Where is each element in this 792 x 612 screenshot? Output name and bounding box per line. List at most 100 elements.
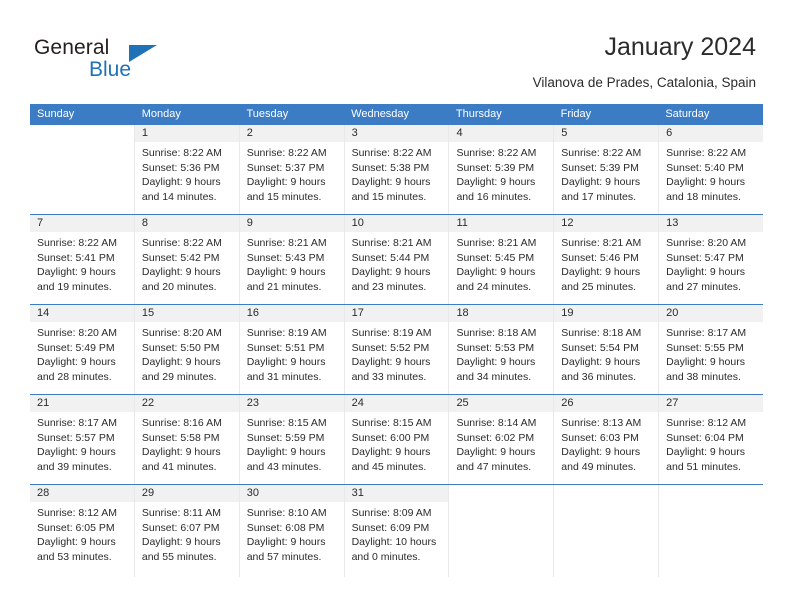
weekday-header-wednesday: Wednesday: [351, 108, 410, 120]
daylight-text-line1: Daylight: 9 hours: [561, 176, 641, 189]
day-details: Sunrise: 8:18 AM Sunset: 5:53 PM Daylight:…: [449, 322, 553, 384]
day-cell-29[interactable]: 29 Sunrise: 8:11 AM Sunset: 6:07 PM Dayligh…: [134, 485, 240, 577]
day-number-band: 19: [554, 305, 659, 322]
daylight-text-line2: and 27 minutes.: [666, 280, 741, 293]
sunrise-text: Sunrise: 8:22 AM: [246, 147, 327, 159]
day-cell-20[interactable]: 20 Sunrise: 8:17 AM Sunset: 5:55 PM Dayligh…: [659, 305, 764, 394]
day-number-band: 25: [449, 395, 554, 412]
sunrise-text: Sunrise: 8:20 AM: [666, 237, 747, 249]
sunrise-text: Sunrise: 8:22 AM: [141, 237, 222, 249]
sunset-text: Sunset: 6:02 PM: [456, 431, 535, 444]
day-cell-9[interactable]: 9 Sunrise: 8:21 AM Sunset: 5:43 PM Daylight…: [239, 215, 345, 304]
daylight-text-line1: Daylight: 9 hours: [561, 356, 641, 369]
day-number-band: 14: [30, 305, 134, 322]
day-cell-18[interactable]: 18 Sunrise: 8:18 AM Sunset: 5:53 PM Dayligh…: [449, 305, 555, 394]
day-details: Sunrise: 8:22 AM Sunset: 5:39 PM Daylight:…: [554, 142, 658, 204]
daylight-text-line1: Daylight: 9 hours: [246, 266, 326, 279]
day-number: 29: [141, 487, 155, 499]
calendar-week-row: 1 Sunrise: 8:22 AM Sunset: 5:36 PM Daylight…: [30, 125, 764, 215]
day-cell-16[interactable]: 16 Sunrise: 8:19 AM Sunset: 5:51 PM Dayligh…: [239, 305, 345, 394]
day-cell-4[interactable]: 4 Sunrise: 8:22 AM Sunset: 5:39 PM Daylight…: [449, 125, 555, 214]
page-title: January 2024: [604, 33, 756, 61]
day-number: 24: [351, 397, 364, 409]
day-number-band: 30: [239, 485, 344, 502]
day-cell-12[interactable]: 12 Sunrise: 8:21 AM Sunset: 5:46 PM Dayligh…: [554, 215, 660, 304]
day-cell-28[interactable]: 28 Sunrise: 8:12 AM Sunset: 6:05 PM Dayligh…: [30, 485, 135, 577]
sunset-text: Sunset: 5:58 PM: [141, 431, 220, 444]
day-number: 25: [456, 397, 469, 409]
daylight-text-line1: Daylight: 9 hours: [456, 356, 536, 369]
sunrise-text: Sunrise: 8:21 AM: [561, 237, 642, 249]
daylight-text-line2: and 21 minutes.: [246, 280, 322, 293]
daylight-text-line1: Daylight: 9 hours: [246, 176, 326, 189]
daylight-text-line2: and 31 minutes.: [246, 370, 322, 383]
day-cell-30[interactable]: 30 Sunrise: 8:10 AM Sunset: 6:08 PM Dayligh…: [239, 485, 345, 577]
sunrise-text: Sunrise: 8:20 AM: [141, 327, 222, 339]
day-cell-6[interactable]: 6 Sunrise: 8:22 AM Sunset: 5:40 PM Daylight…: [659, 125, 764, 214]
day-details: Sunrise: 8:19 AM Sunset: 5:51 PM Daylight:…: [240, 322, 344, 384]
sunrise-text: Sunrise: 8:15 AM: [351, 417, 432, 429]
day-number-band: 8: [134, 215, 239, 232]
daylight-text-line2: and 23 minutes.: [351, 280, 427, 293]
day-cell-3[interactable]: 3 Sunrise: 8:22 AM Sunset: 5:38 PM Daylight…: [344, 125, 450, 214]
day-details: Sunrise: 8:18 AM Sunset: 5:54 PM Daylight:…: [554, 322, 658, 384]
day-cell-7[interactable]: 7 Sunrise: 8:22 AM Sunset: 5:41 PM Daylight…: [30, 215, 135, 304]
day-number-band: 7: [30, 215, 134, 232]
day-number-band: 24: [344, 395, 449, 412]
day-cell-25[interactable]: 25 Sunrise: 8:14 AM Sunset: 6:02 PM Dayligh…: [449, 395, 555, 484]
day-cell-5[interactable]: 5 Sunrise: 8:22 AM Sunset: 5:39 PM Daylight…: [554, 125, 660, 214]
daylight-text-line2: and 16 minutes.: [456, 190, 532, 203]
daylight-text-line2: and 47 minutes.: [456, 460, 532, 473]
day-number: 15: [141, 307, 155, 319]
day-number: 26: [561, 397, 574, 409]
day-cell-10[interactable]: 10 Sunrise: 8:21 AM Sunset: 5:44 PM Dayligh…: [344, 215, 450, 304]
daylight-text-line2: and 41 minutes.: [141, 460, 217, 473]
daylight-text-line1: Daylight: 9 hours: [351, 176, 431, 189]
day-cell-15[interactable]: 15 Sunrise: 8:20 AM Sunset: 5:50 PM Dayligh…: [134, 305, 240, 394]
day-cell-26[interactable]: 26 Sunrise: 8:13 AM Sunset: 6:03 PM Dayligh…: [554, 395, 660, 484]
day-cell-empty: [659, 485, 763, 577]
daylight-text-line1: Daylight: 10 hours: [351, 536, 437, 549]
day-number: 10: [351, 217, 364, 229]
day-cell-11[interactable]: 11 Sunrise: 8:21 AM Sunset: 5:45 PM Dayligh…: [449, 215, 555, 304]
sunset-text: Sunset: 6:08 PM: [246, 521, 325, 534]
day-number: 19: [561, 307, 574, 319]
day-cell-8[interactable]: 8 Sunrise: 8:22 AM Sunset: 5:42 PM Daylight…: [134, 215, 240, 304]
day-number: 12: [561, 217, 574, 229]
title-block: January 2024 Vilanova de Prades, Catalon…: [533, 32, 756, 92]
daylight-text-line1: Daylight: 9 hours: [141, 446, 221, 459]
day-number: 28: [37, 487, 50, 499]
day-cell-17[interactable]: 17 Sunrise: 8:19 AM Sunset: 5:52 PM Dayligh…: [344, 305, 450, 394]
sunrise-text: Sunrise: 8:11 AM: [141, 507, 222, 519]
daylight-text-line2: and 34 minutes.: [456, 370, 532, 383]
day-cell-19[interactable]: 19 Sunrise: 8:18 AM Sunset: 5:54 PM Dayligh…: [554, 305, 660, 394]
day-number-band: 29: [134, 485, 239, 502]
day-cell-13[interactable]: 13 Sunrise: 8:20 AM Sunset: 5:47 PM Dayligh…: [659, 215, 764, 304]
sunrise-text: Sunrise: 8:10 AM: [246, 507, 327, 519]
day-cell-24[interactable]: 24 Sunrise: 8:15 AM Sunset: 6:00 PM Dayligh…: [344, 395, 450, 484]
general-blue-logo[interactable]: General Blue: [34, 36, 214, 86]
day-cell-14[interactable]: 14 Sunrise: 8:20 AM Sunset: 5:49 PM Dayligh…: [30, 305, 135, 394]
daylight-text-line1: Daylight: 9 hours: [37, 356, 116, 369]
day-number: 22: [141, 397, 155, 409]
daylight-text-line1: Daylight: 9 hours: [351, 266, 431, 279]
calendar-week-row: 7 Sunrise: 8:22 AM Sunset: 5:41 PM Daylight…: [30, 215, 764, 305]
daylight-text-line2: and 25 minutes.: [561, 280, 637, 293]
day-cell-1[interactable]: 1 Sunrise: 8:22 AM Sunset: 5:36 PM Daylight…: [134, 125, 240, 214]
day-cell-23[interactable]: 23 Sunrise: 8:15 AM Sunset: 5:59 PM Dayligh…: [239, 395, 345, 484]
day-cell-27[interactable]: 27 Sunrise: 8:12 AM Sunset: 6:04 PM Dayligh…: [659, 395, 764, 484]
day-details: Sunrise: 8:09 AM Sunset: 6:09 PM Daylight:…: [345, 502, 449, 564]
daylight-text-line2: and 24 minutes.: [456, 280, 532, 293]
sunset-text: Sunset: 6:03 PM: [561, 431, 639, 444]
day-number-band: 17: [344, 305, 449, 322]
sunset-text: Sunset: 5:47 PM: [666, 251, 744, 264]
day-cell-21[interactable]: 21 Sunrise: 8:17 AM Sunset: 5:57 PM Dayligh…: [30, 395, 135, 484]
day-details: Sunrise: 8:17 AM Sunset: 5:55 PM Daylight:…: [659, 322, 763, 384]
day-details: Sunrise: 8:13 AM Sunset: 6:03 PM Daylight:…: [554, 412, 658, 474]
day-cell-22[interactable]: 22 Sunrise: 8:16 AM Sunset: 5:58 PM Dayligh…: [134, 395, 240, 484]
masthead: General Blue January 2024 Vilanova de Pr…: [0, 0, 792, 104]
sunset-text: Sunset: 5:54 PM: [561, 341, 639, 354]
day-cell-31[interactable]: 31 Sunrise: 8:09 AM Sunset: 6:09 PM Dayligh…: [344, 485, 450, 577]
day-number-band: 10: [344, 215, 449, 232]
day-cell-2[interactable]: 2 Sunrise: 8:22 AM Sunset: 5:37 PM Daylight…: [239, 125, 345, 214]
